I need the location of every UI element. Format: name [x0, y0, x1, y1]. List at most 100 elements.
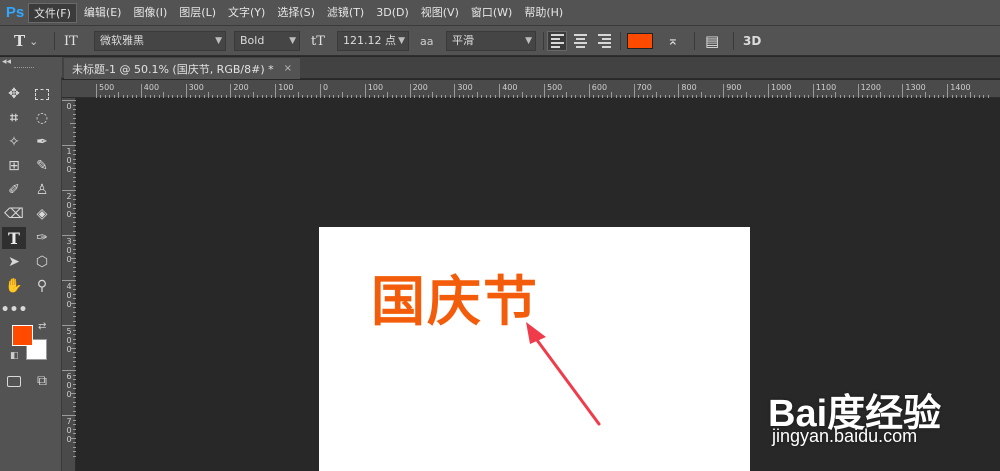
ruler-minor-tick	[100, 95, 102, 98]
ruler-minor-tick	[73, 221, 76, 223]
marquee-tool[interactable]	[30, 83, 54, 105]
menu-window[interactable]: 窗口(W)	[466, 3, 517, 23]
ruler-minor-tick	[629, 95, 631, 98]
menu-type[interactable]: 文字(Y)	[223, 3, 270, 23]
ruler-tick	[275, 84, 277, 98]
font-family-select[interactable]: 微软雅黑 ▼	[94, 31, 226, 51]
hand-tool[interactable]: ✋	[2, 275, 26, 297]
align-left-button[interactable]	[547, 31, 567, 51]
crop-tool[interactable]: ⌗	[2, 107, 26, 129]
align-right-button[interactable]	[594, 31, 614, 51]
ruler-label: 1400	[950, 83, 971, 92]
ruler-minor-tick	[378, 95, 380, 98]
ruler-tick	[320, 84, 321, 98]
ruler-minor-tick	[73, 149, 76, 151]
close-icon[interactable]: ×	[284, 63, 292, 74]
ruler-label: 900	[726, 83, 742, 92]
vertical-ruler[interactable]: 0 100 200 300 400 500 600 700	[62, 98, 76, 471]
ruler-minor-tick	[131, 95, 133, 98]
ruler-minor-tick	[835, 92, 837, 98]
ruler-minor-tick	[960, 95, 962, 98]
eyedropper-tool[interactable]: ✒	[30, 131, 54, 153]
lasso-tool[interactable]: ◌	[30, 107, 54, 129]
ruler-minor-tick	[808, 95, 810, 98]
menu-filter[interactable]: 滤镜(T)	[322, 3, 369, 23]
font-size-value: 121.12 点	[343, 34, 396, 47]
ruler-tick	[62, 325, 76, 326]
paint-bucket-tool[interactable]: ◈	[30, 203, 54, 225]
document-tab[interactable]: 未标题-1 @ 50.1% (国庆节, RGB/8#) * ×	[64, 58, 300, 79]
menu-help[interactable]: 帮助(H)	[519, 3, 568, 23]
brush-icon: ✐	[8, 182, 20, 198]
eraser-tool[interactable]: ⌫	[2, 203, 26, 225]
ruler-minor-tick	[776, 95, 778, 98]
font-size-select[interactable]: 121.12 点 ▼	[337, 31, 409, 51]
paint-bucket-icon: ◈	[36, 206, 48, 222]
color-sampler-tool[interactable]: ✎	[30, 155, 54, 177]
ruler-tick	[62, 100, 76, 101]
ruler-minor-tick	[73, 176, 76, 178]
menu-view[interactable]: 视图(V)	[416, 3, 464, 23]
tool-preset-picker[interactable]: T ⌄	[14, 30, 38, 52]
text-color-swatch[interactable]	[627, 33, 653, 49]
menu-layer[interactable]: 图层(L)	[174, 3, 221, 23]
ruler-minor-tick	[252, 92, 254, 98]
pen-tool[interactable]: ✑	[30, 227, 54, 249]
ruler-minor-tick	[73, 383, 76, 385]
menu-select[interactable]: 选择(S)	[272, 3, 320, 23]
menu-3d[interactable]: 3D(D)	[371, 3, 414, 23]
path-selection-tool[interactable]: ➤	[2, 251, 26, 273]
ruler-minor-tick	[382, 95, 384, 98]
menu-edit[interactable]: 编辑(E)	[79, 3, 127, 23]
zoom-tool[interactable]: ⚲	[30, 275, 54, 297]
text-layer-headline[interactable]: 国庆节	[371, 257, 539, 336]
foreground-color-swatch[interactable]	[12, 325, 33, 346]
more-tools-button[interactable]: •••	[1, 299, 28, 321]
font-style-select[interactable]: Bold ▼	[234, 31, 300, 51]
healing-brush-tool[interactable]: ⊞	[2, 155, 26, 177]
ruler-minor-tick	[803, 95, 805, 98]
ruler-minor-tick	[884, 95, 886, 98]
ruler-minor-tick	[718, 95, 720, 98]
ruler-minor-tick	[208, 92, 209, 98]
ruler-minor-tick	[839, 95, 841, 98]
default-colors-icon[interactable]: ◧	[10, 351, 19, 361]
stamp-icon: ♙	[35, 182, 49, 198]
swap-colors-icon[interactable]: ⇄	[38, 321, 46, 332]
ruler-minor-tick	[472, 95, 474, 98]
horizontal-ruler[interactable]: 500 400 300 200 100 0 100 200 300 400 500 600 700 800…	[62, 80, 1000, 98]
quick-mask-button[interactable]	[2, 370, 26, 392]
bandage-icon: ⊞	[8, 158, 20, 174]
menu-file[interactable]: 文件(F)	[28, 2, 77, 23]
ruler-minor-tick	[750, 95, 752, 98]
type-tool[interactable]: T	[2, 227, 26, 249]
ruler-minor-tick	[656, 92, 657, 98]
ruler-minor-tick	[557, 95, 559, 98]
screen-mode-button[interactable]: ⧉	[30, 370, 54, 392]
move-tool[interactable]: ✥	[2, 83, 26, 105]
ruler-minor-tick	[848, 95, 850, 98]
antialias-select[interactable]: 平滑 ▼	[446, 31, 536, 51]
collapse-icon[interactable]: ◂◂	[2, 57, 11, 67]
magic-wand-tool[interactable]: ✧	[2, 131, 26, 153]
ruler-minor-tick	[369, 95, 371, 98]
text-orientation-button[interactable]: IT	[64, 30, 78, 52]
ruler-minor-tick	[73, 185, 76, 187]
ruler-label: 0	[323, 83, 329, 92]
stamp-tool[interactable]: ♙	[30, 179, 54, 201]
brush-tool[interactable]: ✐	[2, 179, 26, 201]
shape-tool[interactable]: ⬡	[30, 251, 54, 273]
warp-text-button[interactable]: ⌅	[667, 30, 679, 52]
3d-button[interactable]: 3D	[743, 30, 761, 52]
align-center-button[interactable]	[570, 31, 590, 51]
ruler-minor-tick	[853, 95, 855, 98]
grip-icon[interactable]	[14, 67, 34, 69]
menu-image[interactable]: 图像(I)	[128, 3, 172, 23]
ruler-minor-tick	[862, 95, 864, 98]
ruler-minor-tick	[199, 95, 201, 98]
document-canvas[interactable]: 国庆节	[319, 227, 750, 471]
ruler-minor-tick	[73, 311, 76, 313]
ruler-minor-tick	[759, 95, 761, 98]
ruler-minor-tick	[400, 95, 402, 98]
character-panel-button[interactable]: ▤	[705, 30, 719, 52]
